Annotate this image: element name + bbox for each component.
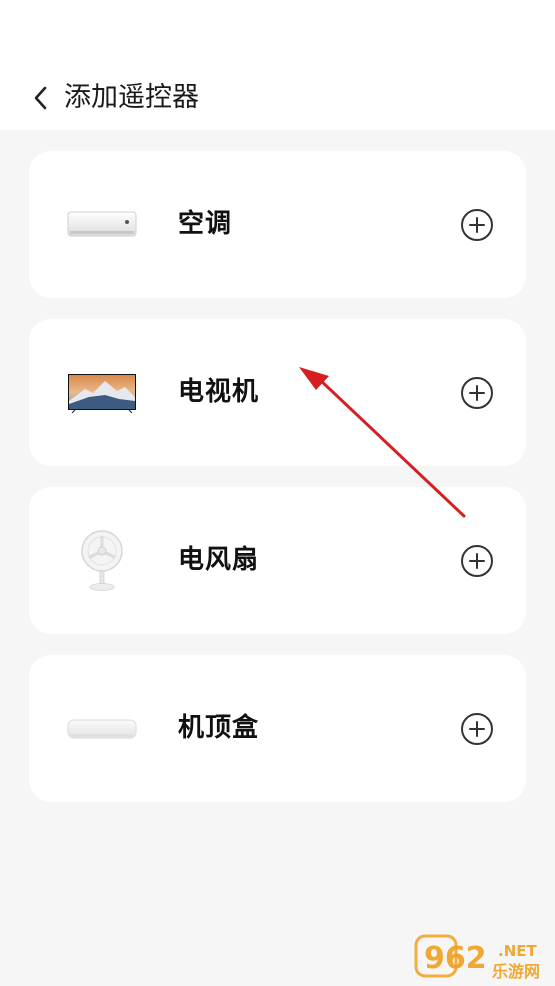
add-button[interactable] xyxy=(460,544,494,578)
chevron-left-icon xyxy=(34,86,47,110)
device-card-electric-fan[interactable]: 电风扇 xyxy=(29,487,526,634)
device-label: 空调 xyxy=(178,209,233,239)
page-title: 添加遥控器 xyxy=(64,82,199,113)
device-label: 机顶盒 xyxy=(178,713,260,743)
plus-circle-icon xyxy=(461,377,493,409)
device-label: 电风扇 xyxy=(178,545,260,575)
air-conditioner-image xyxy=(67,186,137,264)
watermark-suffix: .NET xyxy=(498,942,537,960)
header: 添加遥控器 xyxy=(0,0,555,130)
device-card-air-conditioner[interactable]: 空调 xyxy=(29,151,526,298)
plus-circle-icon xyxy=(461,209,493,241)
watermark-number: 962 xyxy=(424,941,487,976)
watermark-text: 乐游网 xyxy=(492,962,540,981)
plus-circle-icon xyxy=(461,713,493,745)
add-button[interactable] xyxy=(460,712,494,746)
electric-fan-image xyxy=(67,522,137,600)
watermark-logo: 962 .NET 乐游网 xyxy=(414,934,550,982)
add-button[interactable] xyxy=(460,376,494,410)
television-image xyxy=(67,354,137,432)
set-top-box-image xyxy=(67,690,137,768)
add-button[interactable] xyxy=(460,208,494,242)
plus-circle-icon xyxy=(461,545,493,577)
back-button[interactable] xyxy=(28,84,54,112)
device-label: 电视机 xyxy=(178,377,260,407)
device-card-set-top-box[interactable]: 机顶盒 xyxy=(29,655,526,802)
device-card-television[interactable]: 电视机 xyxy=(29,319,526,466)
